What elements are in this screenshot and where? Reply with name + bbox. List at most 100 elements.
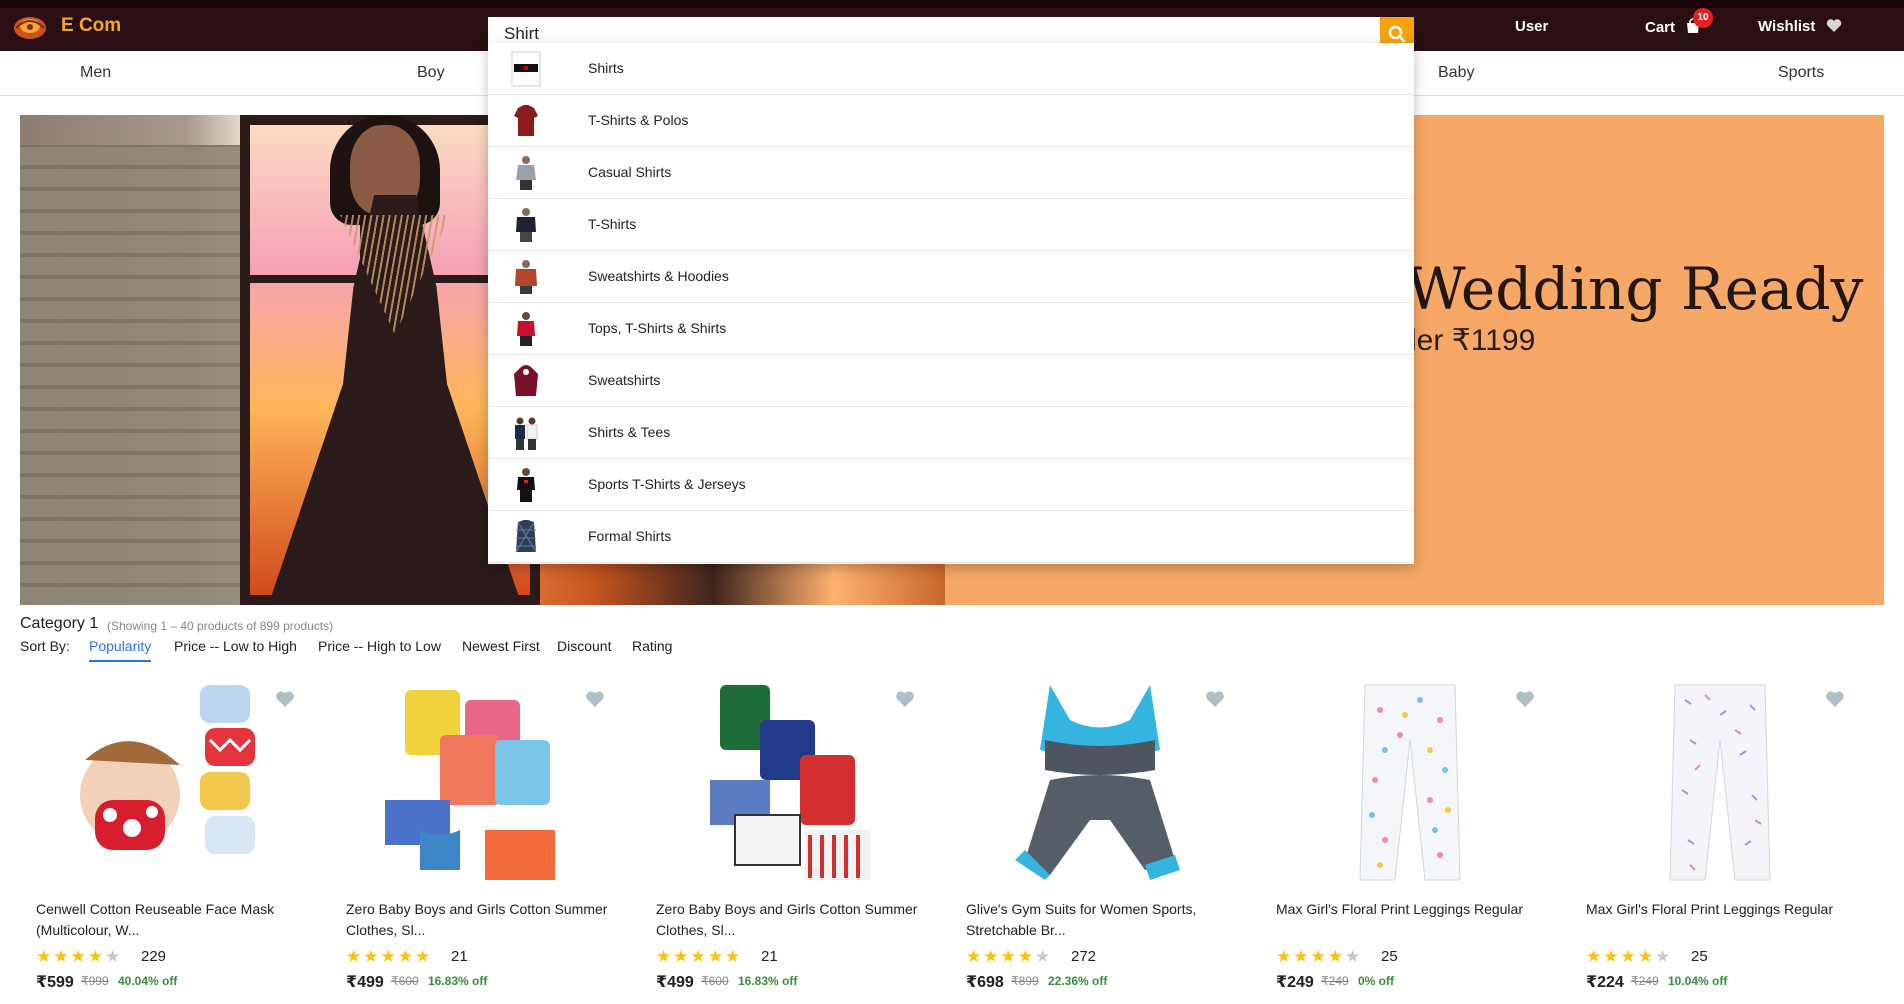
rating-stars: ★★★★★	[656, 947, 743, 966]
sort-popularity[interactable]: Popularity	[89, 638, 152, 662]
product-title[interactable]: Max Girl's Floral Print Leggings Regular	[1276, 899, 1546, 920]
suggestion-item[interactable]: Shirts	[488, 43, 1414, 95]
suggestion-label: Casual Shirts	[588, 164, 672, 180]
nav-item-men[interactable]: Men	[80, 64, 111, 82]
rating-stars: ★★★★★	[966, 947, 1053, 966]
heart-icon	[1826, 19, 1841, 32]
suggestion-label: Tops, T-Shirts & Shirts	[588, 320, 727, 336]
suggestion-item[interactable]: Formal Shirts	[488, 511, 1414, 563]
top-thumbnail-icon	[517, 312, 535, 346]
product-card[interactable]: Glive's Gym Suits for Women Sports, Stret…	[950, 675, 1240, 1004]
wishlist-heart-icon[interactable]	[585, 690, 605, 708]
suggestion-item[interactable]: Sweatshirts	[488, 355, 1414, 407]
product-discount: 16.83% off	[738, 974, 798, 988]
product-discount: 16.83% off	[428, 974, 488, 988]
nav-item-sports[interactable]: Sports	[1778, 64, 1824, 82]
product-discount: 10.04% off	[1668, 974, 1728, 988]
cart-count-badge: 10	[1693, 8, 1713, 28]
product-mrp: ₹249	[1321, 974, 1349, 988]
product-mrp: ₹899	[1011, 974, 1039, 988]
wishlist-heart-icon[interactable]	[1515, 690, 1535, 708]
brand-name[interactable]: E Com	[61, 15, 121, 37]
product-title[interactable]: Glive's Gym Suits for Women Sports, Stret…	[966, 899, 1236, 941]
wishlist-heart-icon[interactable]	[275, 690, 295, 708]
rating-count: 25	[1691, 948, 1708, 965]
suggestion-label: Sweatshirts	[588, 372, 661, 388]
sweatshirt-thumbnail-icon	[515, 260, 537, 294]
product-card[interactable]: Max Girl's Floral Print Leggings Regular…	[1260, 675, 1550, 1004]
suggestion-label: Shirts & Tees	[588, 424, 671, 440]
rating-count: 25	[1381, 948, 1398, 965]
product-mrp: ₹600	[391, 974, 419, 988]
product-title[interactable]: Cenwell Cotton Reuseable Face Mask (Multi…	[36, 899, 306, 941]
product-price: ₹224	[1586, 974, 1624, 991]
suggestion-label: T-Shirts	[588, 216, 637, 232]
product-title[interactable]: Zero Baby Boys and Girls Cotton Summer Cl…	[346, 899, 616, 941]
product-card[interactable]: Max Girl's Floral Print Leggings Regular…	[1570, 675, 1860, 1004]
wishlist-heart-icon[interactable]	[895, 690, 915, 708]
rating-stars: ★★★★★	[346, 947, 433, 966]
wishlist-link[interactable]: Wishlist	[1758, 18, 1842, 35]
product-price: ₹499	[656, 974, 694, 991]
nav-item-baby[interactable]: Baby	[1438, 64, 1474, 82]
suggestion-item[interactable]: T-Shirts	[488, 199, 1414, 251]
rating-stars: ★★★★★	[1276, 947, 1363, 966]
casual-shirt-thumbnail-icon	[516, 156, 536, 190]
product-card[interactable]: Zero Baby Boys and Girls Cotton Summer Cl…	[640, 675, 930, 1004]
suggestion-item[interactable]: Sports T-Shirts & Jerseys	[488, 459, 1414, 511]
suggestion-item[interactable]: Tops, T-Shirts & Shirts	[488, 303, 1414, 355]
brand-logo-icon[interactable]	[12, 12, 48, 42]
category-title: Category 1	[20, 615, 99, 632]
search-suggestions: Shirts T-Shirts & Polos Casual Shirts T-…	[488, 43, 1414, 564]
suggestion-item[interactable]: T-Shirts & Polos	[488, 95, 1414, 147]
cart-label: Cart	[1645, 19, 1676, 36]
hoodie-thumbnail-icon	[514, 365, 538, 396]
rating-count: 21	[761, 948, 778, 965]
nav-item-boy[interactable]: Boy	[417, 64, 445, 82]
rating-stars: ★★★★★	[36, 947, 123, 966]
suggestion-item[interactable]: Sweatshirts & Hoodies	[488, 251, 1414, 303]
product-image	[80, 685, 255, 854]
product-price: ₹499	[346, 974, 384, 991]
product-card[interactable]: Zero Baby Boys and Girls Cotton Summer Cl…	[330, 675, 620, 1004]
product-card[interactable]: Cenwell Cotton Reuseable Face Mask (Multi…	[20, 675, 310, 1004]
product-price: ₹599	[36, 974, 74, 991]
rating-count: 21	[451, 948, 468, 965]
rating-stars: ★★★★★	[1586, 947, 1673, 966]
product-mrp: ₹999	[81, 974, 109, 988]
tees-thumbnail-icon	[515, 417, 538, 450]
sort-price-high-low[interactable]: Price -- High to Low	[318, 638, 441, 654]
suggestion-label: Sports T-Shirts & Jerseys	[588, 476, 746, 492]
user-link[interactable]: User	[1515, 18, 1548, 35]
banner-heading: Wedding Ready	[1406, 255, 1864, 323]
banner-subheading: der ₹1199	[1400, 324, 1536, 357]
product-mrp: ₹249	[1631, 974, 1659, 988]
rating-count: 272	[1071, 948, 1097, 965]
product-image	[710, 685, 870, 880]
product-image	[385, 690, 555, 880]
product-price: ₹249	[1276, 974, 1314, 991]
suggestion-label: T-Shirts & Polos	[588, 112, 689, 128]
suggestion-label: Shirts	[588, 60, 624, 76]
suggestion-label: Formal Shirts	[588, 528, 672, 544]
search-icon	[1388, 25, 1406, 43]
product-title[interactable]: Max Girl's Floral Print Leggings Regular	[1586, 899, 1856, 920]
product-discount: 22.36% off	[1048, 974, 1108, 988]
suggestion-item[interactable]: Shirts & Tees	[488, 407, 1414, 459]
formal-shirt-thumbnail-icon	[515, 520, 537, 553]
product-count: (Showing 1 – 40 products of 899 products…	[107, 619, 334, 633]
wishlist-heart-icon[interactable]	[1825, 690, 1845, 708]
wishlist-heart-icon[interactable]	[1205, 690, 1225, 708]
sort-rating[interactable]: Rating	[632, 638, 672, 654]
suggestion-item[interactable]: Casual Shirts	[488, 147, 1414, 199]
sort-discount[interactable]: Discount	[557, 638, 611, 654]
product-image	[1015, 685, 1180, 880]
rating-count: 229	[141, 948, 167, 965]
sort-newest-first[interactable]: Newest First	[462, 638, 540, 654]
product-title[interactable]: Zero Baby Boys and Girls Cotton Summer Cl…	[656, 899, 926, 941]
polo-thumbnail-icon	[514, 105, 538, 136]
product-image	[1359, 684, 1461, 881]
product-discount: 40.04% off	[118, 974, 178, 988]
shirt-thumbnail-icon	[511, 51, 541, 87]
sort-price-low-high[interactable]: Price -- Low to High	[174, 638, 297, 654]
